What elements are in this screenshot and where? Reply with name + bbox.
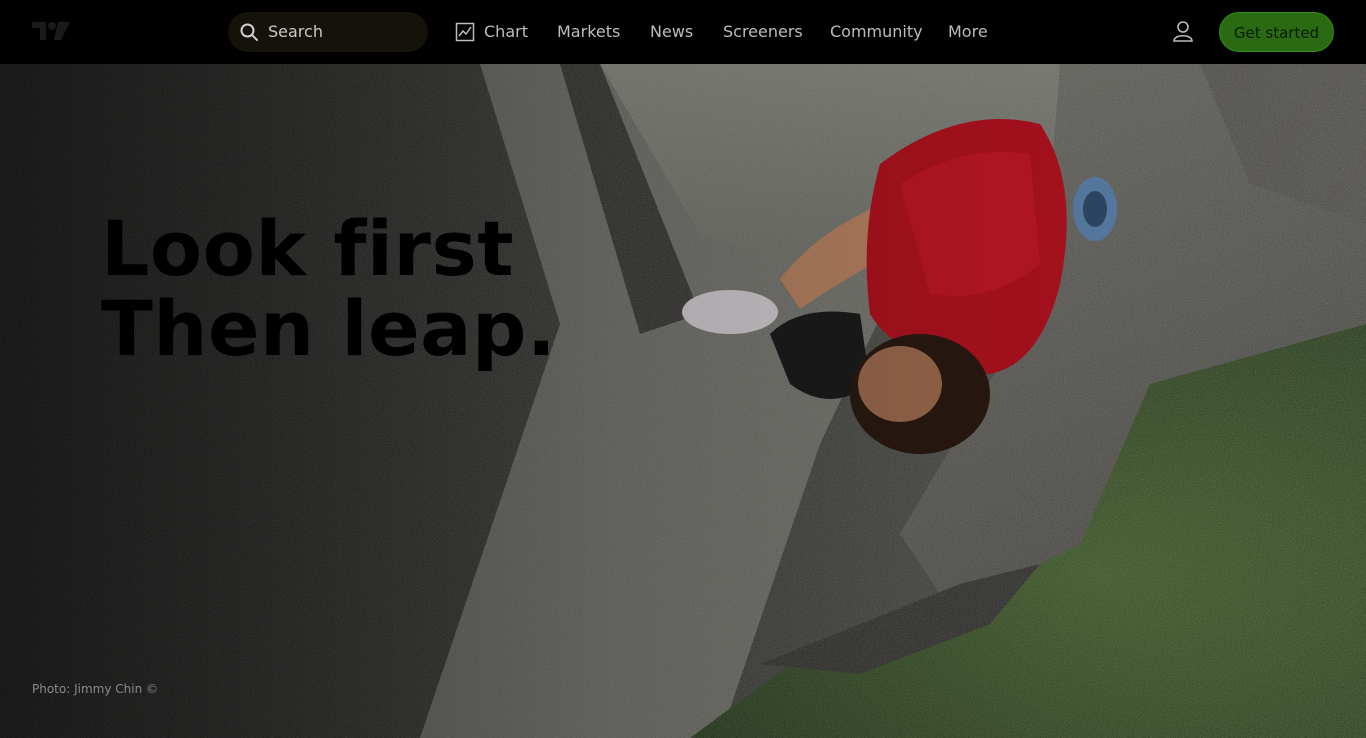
- get-started-button[interactable]: Get started: [1219, 12, 1334, 52]
- tradingview-logo[interactable]: [32, 20, 70, 42]
- nav-item-screeners[interactable]: Screeners: [723, 21, 803, 43]
- hero-headline: Look first Then leap.: [101, 209, 556, 369]
- nav-item-label: Markets: [557, 22, 621, 41]
- search-placeholder: Search: [268, 22, 323, 41]
- hero-photo-climber: [0, 64, 1366, 738]
- photo-credit: Photo: Jimmy Chin ©: [32, 682, 158, 696]
- search-box[interactable]: Search: [228, 12, 428, 52]
- search-icon: [240, 23, 258, 41]
- nav-item-label: Screeners: [723, 22, 803, 41]
- chart-icon: [455, 22, 475, 42]
- nav-item-label: More: [948, 22, 988, 41]
- nav-item-markets[interactable]: Markets: [557, 21, 620, 43]
- nav-item-label: News: [650, 22, 694, 41]
- nav-item-label: Community: [830, 22, 923, 41]
- nav-item-more[interactable]: More: [948, 21, 988, 43]
- nav-item-community[interactable]: Community: [830, 21, 923, 43]
- nav-item-chart[interactable]: Chart: [455, 21, 528, 43]
- headline-line-1: Look first: [101, 204, 515, 293]
- user-icon[interactable]: [1172, 20, 1194, 42]
- hero-section: Look first Then leap. Photo: Jimmy Chin …: [0, 64, 1366, 738]
- nav-item-label: Chart: [484, 22, 528, 41]
- headline-line-2: Then leap.: [101, 284, 557, 373]
- nav-item-news[interactable]: News: [650, 21, 693, 43]
- top-navigation-bar: Search Chart Markets News Screeners Comm…: [0, 0, 1366, 64]
